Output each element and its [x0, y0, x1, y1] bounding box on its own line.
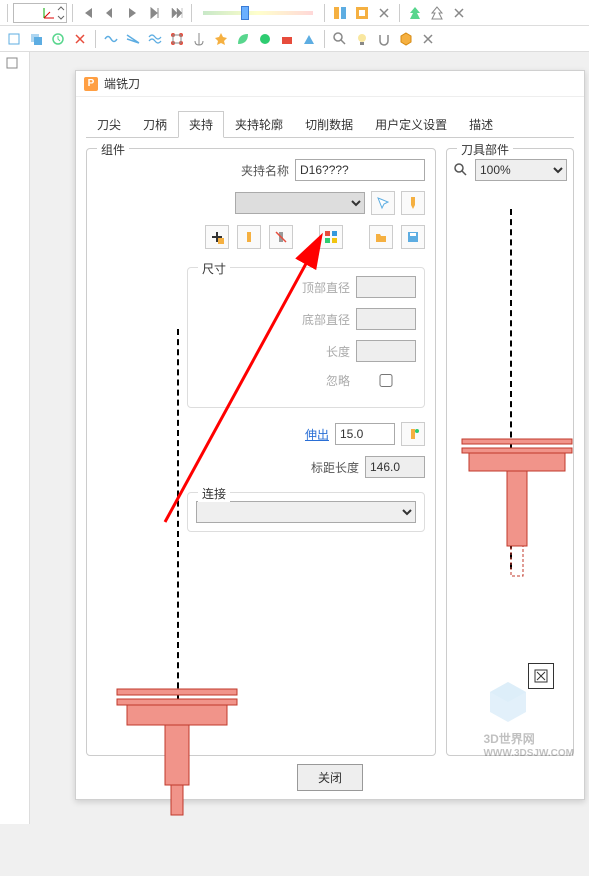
len-input [356, 340, 416, 362]
tab-shank[interactable]: 刀柄 [132, 111, 178, 138]
cube-icon[interactable] [396, 29, 416, 49]
star-icon[interactable] [211, 29, 231, 49]
ignore-label: 忽略 [326, 372, 350, 389]
gauge-input [365, 456, 425, 478]
group-label: 组件 [97, 141, 129, 158]
tool-icon-1[interactable] [330, 3, 350, 23]
tool-dialog: P 端铣刀 刀尖 刀柄 夹持 夹持轮廓 切削数据 用户定义设置 描述 组件 夹持… [75, 70, 585, 800]
drill-icon[interactable] [401, 191, 425, 215]
horseshoe-icon[interactable] [374, 29, 394, 49]
top-dia-input [356, 276, 416, 298]
close-x-icon-2[interactable] [449, 3, 469, 23]
dialog-title: 端铣刀 [104, 75, 140, 92]
rail-icon-1[interactable] [5, 56, 25, 76]
tab-cutdata[interactable]: 切削数据 [294, 111, 364, 138]
axis-icon [42, 6, 56, 20]
wave-icon-1[interactable] [101, 29, 121, 49]
close-x-icon[interactable] [374, 3, 394, 23]
shape-preview [97, 329, 257, 749]
tab-userdef[interactable]: 用户定义设置 [364, 111, 458, 138]
tree-icon[interactable] [405, 3, 425, 23]
last-icon[interactable] [166, 3, 186, 23]
fit-button[interactable] [528, 663, 554, 689]
close-button[interactable]: 关闭 [297, 764, 363, 791]
preview-shape [457, 429, 577, 629]
doc-icon[interactable] [4, 29, 24, 49]
toolbar-row-1: 1 [0, 0, 589, 26]
block-blue-icon[interactable] [299, 29, 319, 49]
leaf-icon[interactable] [233, 29, 253, 49]
bot-dia-input [356, 308, 416, 330]
ignore-check[interactable] [356, 374, 416, 387]
folder-icon[interactable] [369, 225, 393, 249]
spin-control[interactable]: 1 [13, 3, 67, 23]
preview-panel: 刀具部件 100% [446, 148, 574, 756]
dialog-titlebar: P 端铣刀 [76, 71, 584, 97]
cut-icon[interactable] [70, 29, 90, 49]
play-icon[interactable] [122, 3, 142, 23]
anchor-icon[interactable] [189, 29, 209, 49]
wave-icon-3[interactable] [145, 29, 165, 49]
preview-label: 刀具部件 [457, 141, 513, 158]
tab-holder[interactable]: 夹持 [178, 111, 224, 138]
wave-icon-2[interactable] [123, 29, 143, 49]
close-x-icon-3[interactable] [418, 29, 438, 49]
first-icon[interactable] [78, 3, 98, 23]
tab-profile[interactable]: 夹持轮廓 [224, 111, 294, 138]
zoom-select[interactable]: 100% [475, 159, 567, 181]
search-icon[interactable] [330, 29, 350, 49]
name-input[interactable] [295, 159, 425, 181]
prev-icon[interactable] [100, 3, 120, 23]
component-group: 组件 夹持名称 尺寸 顶部直径 [86, 148, 436, 756]
clock-icon[interactable] [48, 29, 68, 49]
speed-slider[interactable] [203, 11, 313, 15]
delete-tool-icon[interactable] [269, 225, 293, 249]
dialog-tabs: 刀尖 刀柄 夹持 夹持轮廓 切削数据 用户定义设置 描述 [86, 111, 574, 138]
extend-link[interactable]: 伸出 [305, 426, 329, 443]
circle-icon[interactable] [255, 29, 275, 49]
tree-icon-2[interactable] [427, 3, 447, 23]
bulb-icon[interactable] [352, 29, 372, 49]
tab-desc[interactable]: 描述 [458, 111, 504, 138]
node-icon[interactable] [167, 29, 187, 49]
extend-input[interactable] [335, 423, 395, 445]
zoom-icon[interactable] [453, 162, 469, 178]
pick-icon[interactable] [371, 191, 395, 215]
save-icon[interactable] [401, 225, 425, 249]
app-icon: P [84, 77, 98, 91]
add-icon[interactable] [205, 225, 229, 249]
left-rail [0, 52, 30, 824]
spin-value[interactable]: 1 [14, 4, 42, 22]
top-dia-label: 顶部直径 [302, 279, 350, 296]
gauge-label: 标距长度 [311, 459, 359, 476]
palette-icon[interactable] [319, 225, 343, 249]
bot-dia-label: 底部直径 [302, 311, 350, 328]
measure-icon[interactable] [401, 422, 425, 446]
name-label: 夹持名称 [241, 162, 289, 179]
dim-label: 尺寸 [198, 260, 230, 277]
tool-icon-2[interactable] [352, 3, 372, 23]
block-red-icon[interactable] [277, 29, 297, 49]
tab-tip[interactable]: 刀尖 [86, 111, 132, 138]
next-icon[interactable] [144, 3, 164, 23]
edit-tool-icon[interactable] [237, 225, 261, 249]
len-label: 长度 [326, 343, 350, 360]
copy-icon[interactable] [26, 29, 46, 49]
holder-select[interactable] [235, 192, 365, 214]
toolbar-row-2 [0, 26, 589, 52]
